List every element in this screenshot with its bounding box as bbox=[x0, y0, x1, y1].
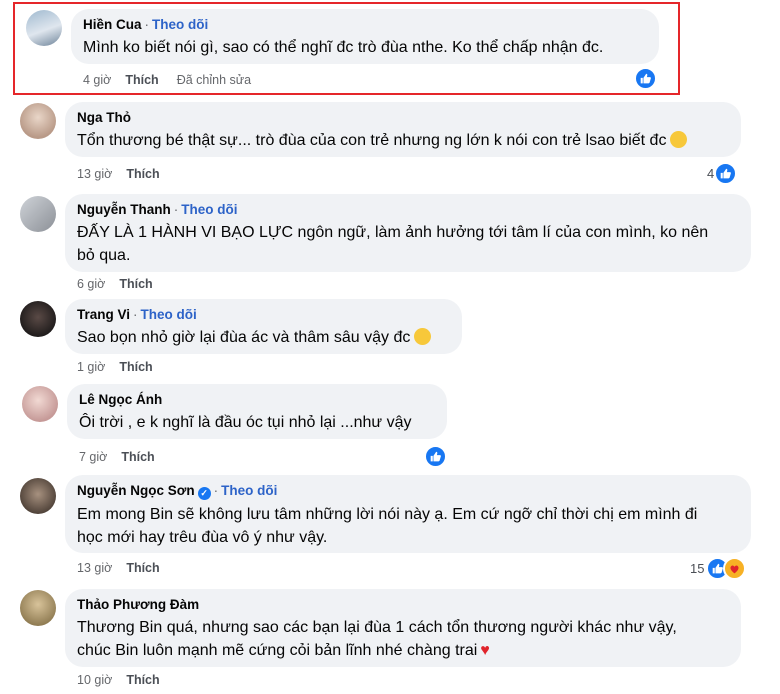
avatar[interactable] bbox=[20, 590, 56, 626]
comment-text: Em mong Bin sẽ không lưu tâm những lời n… bbox=[77, 506, 698, 546]
reactions[interactable]: 4 bbox=[707, 162, 738, 185]
timestamp[interactable]: 1 giờ bbox=[77, 360, 105, 374]
comment-meta: 13 giờ Thích bbox=[77, 167, 160, 181]
follow-link[interactable]: Theo dõi bbox=[152, 17, 208, 32]
timestamp[interactable]: 13 giờ bbox=[77, 167, 112, 181]
timestamp[interactable]: 7 giờ bbox=[79, 450, 107, 464]
like-button[interactable]: Thích bbox=[121, 450, 154, 464]
author-name[interactable]: Nguyễn Ngọc Sơn bbox=[77, 483, 195, 498]
author-name[interactable]: Trang Vi bbox=[77, 307, 130, 322]
tired-face-emoji-icon bbox=[670, 131, 688, 148]
care-reaction-icon bbox=[723, 557, 747, 580]
like-button[interactable]: Thích bbox=[126, 167, 159, 181]
comment-bubble: Nguyễn Thanh · Theo dõi ĐẤY LÀ 1 HÀNH VI B… bbox=[65, 194, 751, 272]
comment-meta: 10 giờ Thích bbox=[77, 673, 160, 687]
avatar[interactable] bbox=[20, 478, 56, 514]
frowning-face-emoji-icon bbox=[414, 328, 432, 345]
comment-bubble: Nguyễn Ngọc Sơn ✓ · Theo dõi Em mong Bin sẽ… bbox=[65, 475, 751, 553]
avatar[interactable] bbox=[22, 386, 58, 422]
comment-text: Tổn thương bé thật sự... trò đùa của con… bbox=[77, 129, 729, 152]
comment-meta: 13 giờ Thích bbox=[77, 561, 160, 575]
comment-bubble: Thảo Phương Đàm Thương Bin quá, nhưng sa… bbox=[65, 589, 741, 667]
follow-link[interactable]: Theo dõi bbox=[141, 307, 197, 322]
reaction-count: 4 bbox=[707, 166, 715, 181]
comment-meta: 7 giờ Thích bbox=[79, 450, 155, 464]
reaction-count: 15 bbox=[690, 561, 705, 576]
author-name[interactable]: Thảo Phương Đàm bbox=[77, 597, 199, 612]
comment-text: Sao bọn nhỏ giờ lại đùa ác và thâm sâu v… bbox=[77, 326, 450, 349]
comment-bubble: Lê Ngọc Ánh Ôi trời , e k nghĩ là đầu óc… bbox=[67, 384, 447, 439]
avatar[interactable] bbox=[20, 103, 56, 139]
avatar[interactable] bbox=[26, 10, 62, 46]
comment-meta: 4 giờ Thích Đã chỉnh sửa bbox=[83, 73, 251, 87]
comment-meta: 6 giờ Thích bbox=[77, 277, 153, 291]
timestamp[interactable]: 6 giờ bbox=[77, 277, 105, 291]
like-button[interactable]: Thích bbox=[125, 73, 158, 87]
comment-bubble: Trang Vi · Theo dõi Sao bọn nhỏ giờ lại đù… bbox=[65, 299, 462, 354]
author-name[interactable]: Nguyễn Thanh bbox=[77, 202, 171, 217]
like-button[interactable]: Thích bbox=[126, 561, 159, 575]
author-name[interactable]: Lê Ngọc Ánh bbox=[79, 392, 162, 407]
reactions[interactable] bbox=[634, 67, 657, 90]
timestamp[interactable]: 13 giờ bbox=[77, 561, 112, 575]
like-button[interactable]: Thích bbox=[119, 277, 152, 291]
comment-text: Ôi trời , e k nghĩ là đầu óc tụi nhỏ lại… bbox=[79, 414, 412, 431]
verified-badge-icon: ✓ bbox=[197, 487, 211, 500]
reactions[interactable] bbox=[424, 445, 447, 468]
follow-link[interactable]: Theo dõi bbox=[181, 202, 237, 217]
like-reaction-icon bbox=[424, 445, 447, 468]
comment-bubble: Nga Thỏ Tổn thương bé thật sự... trò đùa… bbox=[65, 102, 741, 157]
follow-link[interactable]: Theo dõi bbox=[221, 483, 277, 498]
heart-emoji-icon: ♥ bbox=[480, 642, 490, 659]
timestamp[interactable]: 10 giờ bbox=[77, 673, 112, 687]
comment-text: ĐẤY LÀ 1 HÀNH VI BẠO LỰC ngôn ngữ, làm ả… bbox=[77, 224, 709, 264]
author-name[interactable]: Hiền Cua bbox=[83, 17, 142, 32]
edited-label: Đã chỉnh sửa bbox=[176, 73, 252, 87]
comment-text: Thương Bin quá, nhưng sao các bạn lại đù… bbox=[77, 619, 677, 659]
reactions[interactable]: 15 bbox=[690, 557, 747, 580]
like-button[interactable]: Thích bbox=[119, 360, 152, 374]
comment-text: Mình ko biết nói gì, sao có thể nghĩ đc … bbox=[83, 39, 604, 56]
comment-bubble: Hiền Cua · Theo dõi Mình ko biết nói gì, s… bbox=[71, 9, 659, 64]
author-name[interactable]: Nga Thỏ bbox=[77, 110, 131, 125]
comment-meta: 1 giờ Thích bbox=[77, 360, 153, 374]
avatar[interactable] bbox=[20, 301, 56, 337]
avatar[interactable] bbox=[20, 196, 56, 232]
timestamp[interactable]: 4 giờ bbox=[83, 73, 111, 87]
like-button[interactable]: Thích bbox=[126, 673, 159, 687]
like-reaction-icon bbox=[634, 67, 657, 90]
like-reaction-icon bbox=[714, 162, 738, 185]
